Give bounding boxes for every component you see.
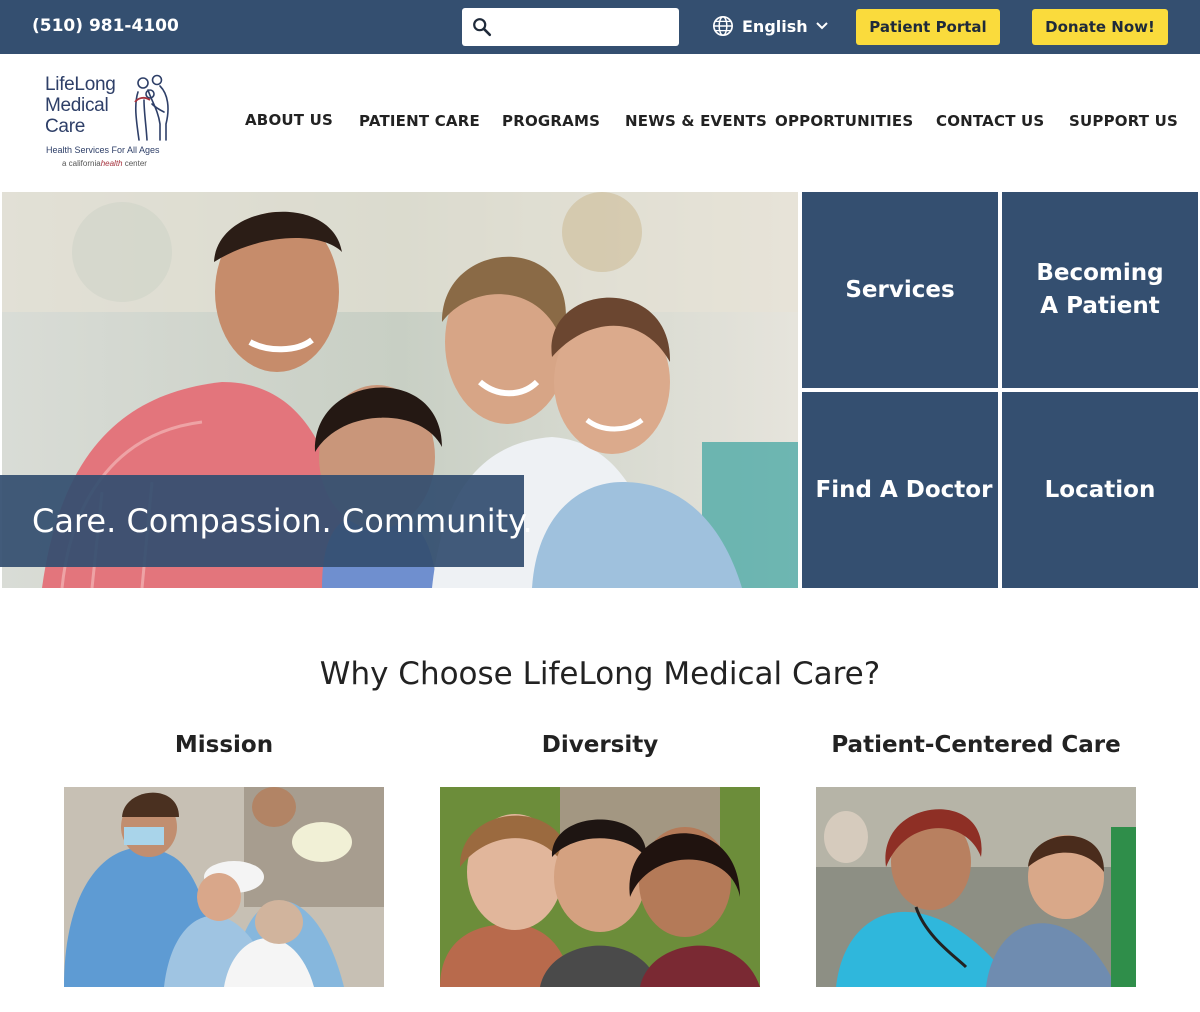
nav-contact-us[interactable]: CONTACT US: [936, 112, 1044, 130]
search-box[interactable]: [462, 8, 679, 46]
column-title-diversity: Diversity: [541, 732, 659, 758]
hero-tagline: Care. Compassion. Community.: [0, 475, 533, 567]
tile-find-a-doctor[interactable]: Find A Doctor: [802, 392, 998, 588]
search-icon[interactable]: [471, 16, 493, 38]
nav-news-events[interactable]: NEWS & EVENTS: [625, 112, 767, 130]
family-figure-icon: [134, 74, 169, 141]
chevron-down-icon: [815, 22, 828, 30]
logo-line-2: Medical: [45, 95, 109, 116]
tile-location[interactable]: Location: [1002, 392, 1198, 588]
nav-programs[interactable]: PROGRAMS: [502, 112, 600, 130]
nav-about-us[interactable]: ABOUT US: [245, 111, 333, 129]
search-input[interactable]: [500, 14, 670, 40]
logo-subline: a californiahealth center: [62, 159, 147, 168]
language-selector[interactable]: English: [712, 15, 828, 37]
column-title-mission: Mission: [174, 732, 274, 758]
logo-wordmark: LifeLong Medical Care: [45, 74, 116, 137]
logo-line-1: LifeLong: [45, 74, 116, 95]
tile-becoming-a-patient[interactable]: Becoming A Patient: [1002, 192, 1198, 388]
nav-support-us[interactable]: SUPPORT US: [1069, 112, 1178, 130]
nav-opportunities[interactable]: OPPORTUNITIES: [775, 112, 913, 130]
patient-centered-care-photo[interactable]: [816, 787, 1136, 987]
logo-tagline: Health Services For All Ages: [46, 145, 160, 155]
diversity-photo[interactable]: [440, 787, 760, 987]
globe-icon: [713, 16, 733, 36]
donate-now-button[interactable]: Donate Now!: [1032, 9, 1168, 45]
nav-patient-care[interactable]: PATIENT CARE: [359, 112, 480, 130]
mission-photo[interactable]: [64, 787, 384, 987]
logo-line-3: Care: [45, 116, 85, 137]
tile-becoming-a-patient-label: Becoming A Patient: [1036, 260, 1164, 319]
patient-portal-button[interactable]: Patient Portal: [856, 9, 1000, 45]
top-bar: (510) 981-4100 English Patient Portal Do…: [0, 0, 1200, 54]
language-label: English: [742, 16, 808, 36]
section-title: Why Choose LifeLong Medical Care?: [319, 656, 881, 692]
column-title-patient-centered-care: Patient-Centered Care: [831, 732, 1121, 758]
phone-number[interactable]: (510) 981-4100: [32, 16, 179, 36]
tile-services[interactable]: Services: [802, 192, 998, 388]
site-logo[interactable]: LifeLong Medical Care Health Services Fo…: [40, 70, 180, 174]
